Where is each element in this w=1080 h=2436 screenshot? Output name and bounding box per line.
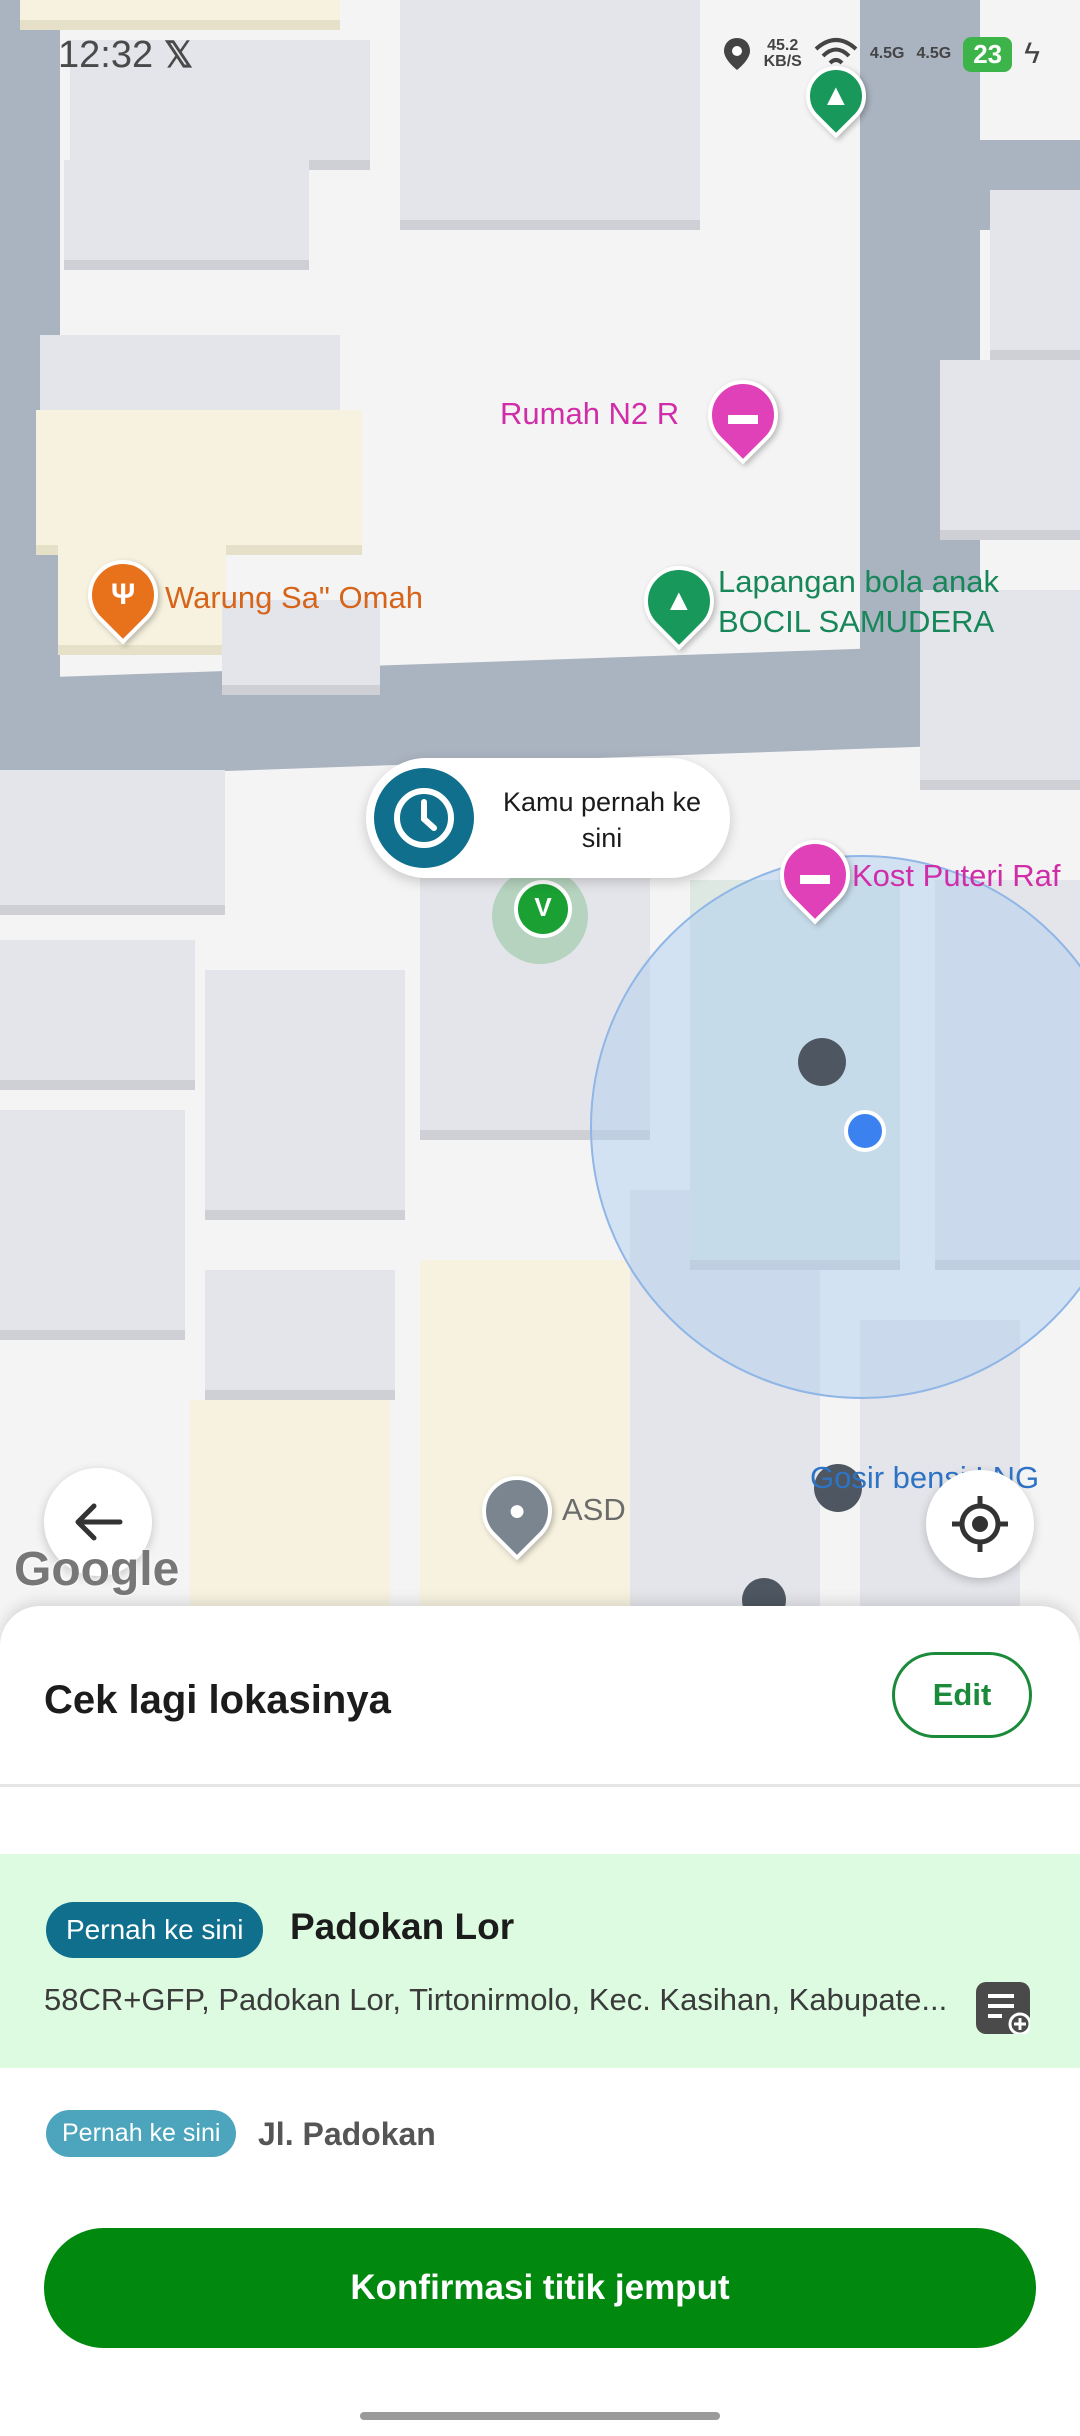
location-address: 58CR+GFP, Padokan Lor, Tirtonirmolo, Kec… <box>44 1982 948 2017</box>
poi-label[interactable]: BOCIL SAMUDERA <box>718 604 994 640</box>
location-name-alt[interactable]: Jl. Padokan <box>258 2116 436 2153</box>
charging-icon: ϟ <box>1024 37 1040 70</box>
poi-label[interactable]: Warung Sa" Omah <box>165 580 423 616</box>
poi-label[interactable]: Rumah N2 R <box>500 396 679 432</box>
poi-label[interactable]: Kost Puteri Raf <box>852 858 1060 894</box>
building <box>990 190 1080 350</box>
locate-me-button[interactable] <box>926 1470 1034 1578</box>
map-view[interactable]: V ▬ Rumah N2 R Ψ Warung Sa" Omah ▲ Lapan… <box>0 0 1080 1620</box>
location-name: Padokan Lor <box>290 1906 515 1947</box>
status-icons: 45.2 KB/S 4.5G 4.5G 23 ϟ <box>722 36 1040 72</box>
building <box>0 1110 185 1330</box>
x-logo-icon: 𝕏 <box>164 34 194 75</box>
edit-button[interactable]: Edit <box>892 1652 1032 1738</box>
pickup-pin-icon[interactable]: V <box>514 880 572 938</box>
tree-icon[interactable]: ▲ <box>629 551 729 651</box>
building <box>0 770 225 905</box>
building <box>205 1270 395 1390</box>
bubble-text: Kamu pernah ke sini <box>502 787 702 853</box>
add-note-icon[interactable] <box>976 1982 1032 2036</box>
building <box>64 160 309 260</box>
location-icon <box>723 38 750 70</box>
poi-label[interactable]: Lapangan bola anak <box>718 564 999 600</box>
building <box>190 1400 390 1620</box>
map-dot <box>798 1038 846 1086</box>
google-logo: Google <box>14 1543 180 1596</box>
battery-icon: 23 <box>963 36 1013 72</box>
signal-2-icon: 4.5G <box>916 45 952 62</box>
status-bar: 12:32 𝕏 45.2 KB/S 4.5G 4.5G 23 ϟ <box>0 0 1080 110</box>
current-location-dot <box>844 1110 886 1152</box>
wifi-icon <box>814 38 858 65</box>
signal-1-icon: 4.5G <box>869 45 905 62</box>
home-indicator[interactable] <box>360 2412 720 2420</box>
building <box>36 410 362 545</box>
status-time: 12:32 <box>58 34 154 76</box>
crosshair-icon <box>952 1496 1008 1552</box>
clock-icon <box>374 768 474 868</box>
building <box>940 360 1080 530</box>
visited-bubble: Kamu pernah ke sini <box>366 758 730 878</box>
divider <box>0 1784 1080 1787</box>
confirm-pickup-button[interactable]: Konfirmasi titik jemput <box>44 2228 1036 2348</box>
bed-icon[interactable]: ▬ <box>693 365 793 465</box>
poi-label[interactable]: ASD <box>562 1492 626 1528</box>
building <box>0 940 195 1080</box>
building <box>420 1260 630 1620</box>
net-speed: 45.2 KB/S <box>763 37 802 70</box>
visited-badge: Pernah ke sini <box>46 1902 264 1958</box>
sheet-title: Cek lagi lokasinya <box>44 1678 391 1722</box>
building <box>205 970 405 1210</box>
bottom-sheet: Cek lagi lokasinya Edit Pernah ke sini P… <box>0 1606 1080 2436</box>
selected-location-card[interactable]: Pernah ke sini Padokan Lor 58CR+GFP, Pad… <box>0 1854 1080 2068</box>
visited-badge: Pernah ke sini <box>46 2110 237 2157</box>
